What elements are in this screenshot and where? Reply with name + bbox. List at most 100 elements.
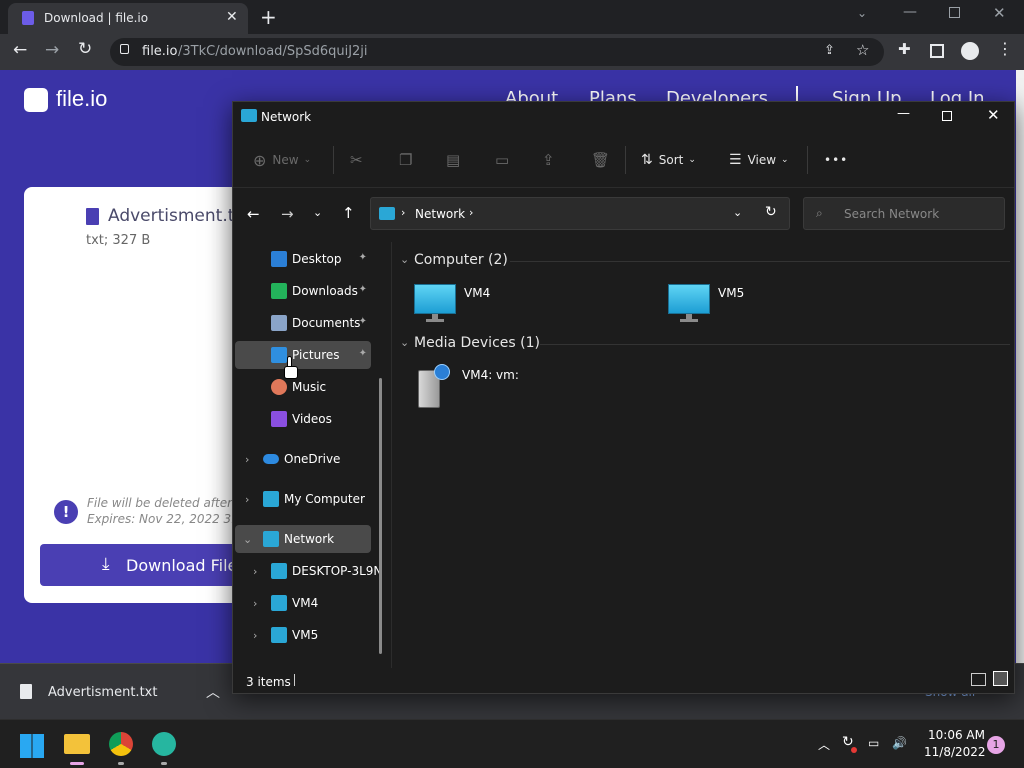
- extensions-icon[interactable]: ✚: [898, 40, 911, 58]
- new-tab-icon[interactable]: +: [260, 5, 277, 29]
- browser-menu-icon[interactable]: ⋮: [997, 39, 1013, 58]
- pin-icon: ✦: [358, 252, 367, 263]
- sidebar-item-music[interactable]: Music: [235, 373, 371, 401]
- view-chevron-icon: ⌄: [781, 155, 789, 165]
- sidebar-item-desktop-3l9n[interactable]: DESKTOP-3L9N: [235, 557, 382, 585]
- search-placeholder: Search Network: [844, 207, 940, 221]
- close-tab-icon[interactable]: ✕: [226, 9, 238, 25]
- show-hidden-icons-icon[interactable]: ︿: [818, 736, 830, 753]
- tiles-view-icon[interactable]: [993, 671, 1008, 686]
- windows-start-icon[interactable]: [20, 734, 44, 758]
- profile-avatar-icon[interactable]: [961, 42, 979, 60]
- share-icon[interactable]: ⇪: [824, 43, 835, 58]
- collapse-network-icon[interactable]: ⌄: [243, 533, 252, 546]
- address-dropdown-icon[interactable]: ⌄: [733, 206, 742, 219]
- navigation-pane: Desktop ✦ Downloads ✦ Documents ✦ Pictur…: [233, 242, 389, 668]
- view-button[interactable]: ☰ View ⌄: [729, 146, 789, 174]
- address-breadcrumb-box[interactable]: › Network › ⌄ ↻: [370, 197, 790, 230]
- delete-icon[interactable]: 🗑: [591, 146, 610, 174]
- sidebar-item-desktop[interactable]: Desktop ✦: [235, 245, 371, 273]
- sidebar-item-onedrive[interactable]: OneDrive: [235, 445, 371, 473]
- navigation-pane-scrollbar[interactable]: [379, 378, 382, 654]
- file-tile-vm4[interactable]: VM4: [414, 284, 490, 322]
- details-view-icon[interactable]: [971, 673, 986, 686]
- share-file-icon[interactable]: ⇪: [542, 146, 555, 174]
- nav-back-icon[interactable]: ←: [247, 205, 260, 223]
- close-browser-icon[interactable]: ✕: [993, 4, 1006, 22]
- sidebar-item-videos[interactable]: Videos: [235, 405, 371, 433]
- explorer-close-icon[interactable]: ✕: [987, 106, 1000, 124]
- rename-icon[interactable]: ▭: [495, 146, 509, 174]
- search-icon: ⌕: [816, 206, 823, 220]
- sidebar-label: VM4: [292, 596, 319, 610]
- nav-forward-icon[interactable]: →: [281, 205, 294, 223]
- explorer-titlebar[interactable]: Network — ✕: [233, 102, 1014, 132]
- collapse-media-group-icon[interactable]: ⌄: [400, 336, 409, 349]
- back-icon[interactable]: ←: [13, 40, 27, 60]
- browser-tab[interactable]: Download | file.io ✕: [8, 3, 248, 34]
- media-server-icon: [414, 364, 454, 410]
- file-meta: txt; 327 B: [86, 233, 151, 248]
- group-header-media-devices[interactable]: Media Devices (1): [414, 335, 540, 351]
- tile-label: VM5: [718, 286, 745, 300]
- status-divider: [294, 674, 295, 686]
- copy-icon[interactable]: ❐: [399, 146, 412, 174]
- notification-badge[interactable]: 1: [987, 736, 1005, 754]
- music-icon: [271, 379, 287, 395]
- network-tray-icon[interactable]: ▭: [868, 736, 879, 750]
- chrome-taskbar-icon[interactable]: [109, 732, 133, 756]
- forward-icon[interactable]: →: [45, 40, 59, 60]
- tab-search-icon[interactable]: ⌄: [857, 6, 867, 20]
- sidepanel-icon[interactable]: [930, 44, 944, 58]
- browser-tab-strip: Download | file.io ✕ + ⌄ — ✕: [0, 0, 1024, 34]
- restore-browser-icon[interactable]: [949, 7, 960, 18]
- sidebar-item-vm5[interactable]: VM5: [235, 621, 371, 649]
- breadcrumb-network[interactable]: Network: [415, 207, 465, 221]
- download-item-chevron-icon[interactable]: ︿: [206, 682, 220, 702]
- clock-time[interactable]: 10:06 AM: [928, 728, 985, 742]
- explorer-title: Network: [261, 110, 312, 124]
- sidebar-item-mycomputer[interactable]: My Computer: [235, 485, 371, 513]
- new-button[interactable]: ⊕ New ⌄: [253, 146, 311, 174]
- page-scrollbar[interactable]: [1016, 70, 1024, 663]
- downloaded-file-name[interactable]: Advertisment.txt: [48, 685, 157, 700]
- file-tile-vm5[interactable]: VM5: [668, 284, 744, 322]
- clock-date[interactable]: 11/8/2022: [924, 745, 986, 759]
- sort-button[interactable]: ⇅ Sort ⌄: [641, 146, 696, 174]
- address-bar[interactable]: file.io /3TkC/download/SpSd6quiJ2ji ⇪ ☆: [110, 38, 884, 66]
- videos-icon: [271, 411, 287, 427]
- app-taskbar-icon[interactable]: [152, 732, 176, 756]
- file-tile-media-vm4[interactable]: VM4: vm:: [414, 364, 519, 410]
- volume-icon[interactable]: 🔊: [892, 736, 907, 750]
- explorer-maximize-icon[interactable]: [942, 111, 952, 121]
- group-divider: [540, 344, 1010, 345]
- breadcrumb-chevron-icon: ›: [469, 206, 474, 219]
- nav-up-icon[interactable]: ↑: [342, 204, 355, 222]
- network-icon: [263, 531, 279, 547]
- item-count: 3 items: [246, 675, 291, 689]
- group-header-computer[interactable]: Computer (2): [414, 252, 508, 268]
- sidebar-item-documents[interactable]: Documents ✦: [235, 309, 371, 337]
- more-options-icon[interactable]: •••: [824, 146, 848, 174]
- browser-toolbar: ← → ↻ file.io /3TkC/download/SpSd6quiJ2j…: [0, 34, 1024, 70]
- recent-locations-icon[interactable]: ⌄: [313, 206, 322, 219]
- paste-icon[interactable]: ▤: [446, 146, 460, 174]
- collapse-computer-group-icon[interactable]: ⌄: [400, 253, 409, 266]
- sort-chevron-icon: ⌄: [688, 155, 696, 165]
- refresh-icon[interactable]: ↻: [765, 204, 777, 220]
- pin-icon: ✦: [358, 348, 367, 359]
- search-box[interactable]: ⌕ Search Network: [803, 197, 1005, 230]
- sidebar-item-vm4[interactable]: VM4: [235, 589, 371, 617]
- reload-icon[interactable]: ↻: [78, 39, 92, 59]
- file-explorer-taskbar-icon[interactable]: [64, 734, 90, 754]
- explorer-minimize-icon[interactable]: —: [897, 106, 910, 121]
- sidebar-item-pictures[interactable]: Pictures ✦: [235, 341, 371, 369]
- minimize-browser-icon[interactable]: —: [903, 4, 917, 20]
- sidebar-label: Music: [292, 380, 327, 394]
- new-chevron-icon: ⌄: [303, 155, 312, 165]
- tile-label: VM4: vm:: [462, 368, 519, 382]
- cut-icon[interactable]: ✂: [350, 146, 363, 174]
- bookmark-star-icon[interactable]: ☆: [856, 41, 869, 59]
- sidebar-item-network[interactable]: Network: [235, 525, 371, 553]
- sidebar-item-downloads[interactable]: Downloads ✦: [235, 277, 371, 305]
